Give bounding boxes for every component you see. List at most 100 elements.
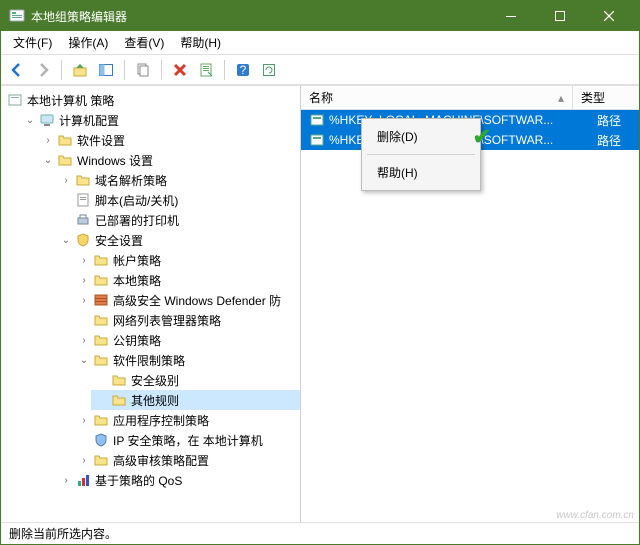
menu-view[interactable]: 查看(V): [116, 32, 172, 53]
titlebar: 本地组策略编辑器: [1, 1, 639, 31]
collapse-icon: ⌄: [77, 355, 91, 366]
folder-icon: [75, 172, 91, 188]
folder-icon: [57, 132, 73, 148]
folder-icon: [93, 312, 109, 328]
tree-label: 高级审核策略配置: [113, 452, 209, 469]
minimize-button[interactable]: [488, 2, 533, 30]
policy-icon: [7, 92, 23, 108]
tree-printers[interactable]: 已部署的打印机: [55, 210, 300, 230]
tree-label: 软件限制策略: [113, 352, 185, 369]
app-icon: [9, 8, 25, 24]
ctx-delete-label: 删除(D): [377, 130, 418, 144]
tree-label: 计算机配置: [59, 112, 119, 129]
tree-network-list[interactable]: 网络列表管理器策略: [73, 310, 300, 330]
svg-text:?: ?: [240, 63, 247, 77]
tree-label: Windows 设置: [77, 152, 153, 169]
menu-file[interactable]: 文件(F): [5, 32, 60, 53]
back-button[interactable]: [5, 58, 29, 82]
ctx-help-label: 帮助(H): [377, 166, 418, 180]
show-hide-tree-button[interactable]: [94, 58, 118, 82]
tree-windows-settings[interactable]: ⌄ Windows 设置: [37, 150, 300, 170]
collapse-icon: ⌄: [59, 235, 73, 246]
tree-qos[interactable]: ›基于策略的 QoS: [55, 470, 300, 490]
tree-label: IP 安全策略，在 本地计算机: [113, 432, 263, 449]
menubar: 文件(F) 操作(A) 查看(V) 帮助(H): [1, 31, 639, 55]
printer-icon: [75, 212, 91, 228]
toolbar-separator: [161, 60, 162, 80]
menu-action[interactable]: 操作(A): [60, 32, 116, 53]
window-controls: [488, 2, 631, 30]
maximize-button[interactable]: [537, 2, 582, 30]
main-pane: 本地计算机 策略 ⌄ 计算机配置 ›软件设置: [1, 85, 639, 522]
tree-label: 已部署的打印机: [95, 212, 179, 229]
tree-label: 应用程序控制策略: [113, 412, 209, 429]
cell-type: 路径: [593, 132, 633, 149]
toolbar-separator: [224, 60, 225, 80]
forward-button[interactable]: [31, 58, 55, 82]
tree-computer-config[interactable]: ⌄ 计算机配置: [19, 110, 300, 130]
tree-account-policies[interactable]: ›帐户策略: [73, 250, 300, 270]
up-button[interactable]: [68, 58, 92, 82]
ctx-separator: [367, 154, 475, 155]
properties-button[interactable]: [194, 58, 218, 82]
folder-open-icon: [93, 352, 109, 368]
expand-icon: ›: [59, 175, 73, 186]
tree-label: 本地计算机 策略: [27, 92, 114, 109]
tree-ip-security[interactable]: IP 安全策略，在 本地计算机: [73, 430, 300, 450]
tree-label: 网络列表管理器策略: [113, 312, 221, 329]
tree-name-resolution[interactable]: › 域名解析策略: [55, 170, 300, 190]
col-type[interactable]: 类型: [573, 86, 639, 109]
ctx-help[interactable]: 帮助(H): [365, 158, 477, 187]
collapse-icon: ⌄: [41, 155, 55, 166]
tree-pane[interactable]: 本地计算机 策略 ⌄ 计算机配置 ›软件设置: [1, 86, 301, 522]
folder-open-icon: [111, 392, 127, 408]
help-button[interactable]: ?: [231, 58, 255, 82]
tree-software-settings[interactable]: ›软件设置: [37, 130, 300, 150]
context-menu: 删除(D) ✔ 帮助(H): [361, 118, 481, 191]
tree-defender[interactable]: ›高级安全 Windows Defender 防: [73, 290, 300, 310]
sort-asc-icon: ▴: [558, 91, 564, 105]
tree-other-rules[interactable]: 其他规则: [91, 390, 300, 410]
statusbar: 删除当前所选内容。: [1, 522, 639, 544]
expand-icon: ›: [77, 415, 91, 426]
security-icon: [75, 232, 91, 248]
close-button[interactable]: [586, 2, 631, 30]
tree-software-restriction[interactable]: ⌄ 软件限制策略: [73, 350, 300, 370]
folder-open-icon: [57, 152, 73, 168]
tree-local-policies[interactable]: ›本地策略: [73, 270, 300, 290]
list-pane: 名称 ▴ 类型 %HKEY_LOCAL_MACHINE\SOFTWAR... 路径…: [301, 86, 639, 522]
registry-icon: [309, 112, 325, 128]
tree-app-control[interactable]: › 应用程序控制策略: [73, 410, 300, 430]
expand-icon: ›: [77, 295, 91, 306]
folder-icon: [93, 332, 109, 348]
expand-icon: ›: [77, 335, 91, 346]
tree-label: 安全级别: [131, 372, 179, 389]
firewall-icon: [93, 292, 109, 308]
tree-label: 公钥策略: [113, 332, 161, 349]
list-header: 名称 ▴ 类型: [301, 86, 639, 110]
tree-root[interactable]: 本地计算机 策略: [1, 90, 300, 110]
registry-icon: [309, 132, 325, 148]
refresh-button[interactable]: [257, 58, 281, 82]
tree-label: 帐户策略: [113, 252, 161, 269]
ctx-delete[interactable]: 删除(D) ✔: [365, 122, 477, 151]
computer-icon: [39, 112, 55, 128]
tree-security-levels[interactable]: 安全级别: [91, 370, 300, 390]
list-body[interactable]: %HKEY_LOCAL_MACHINE\SOFTWAR... 路径 %HKEY_…: [301, 110, 639, 522]
tree-adv-audit[interactable]: ›高级审核策略配置: [73, 450, 300, 470]
col-type-label: 类型: [581, 89, 605, 106]
tree-security-settings[interactable]: ⌄安全设置: [55, 230, 300, 250]
tree-label: 本地策略: [113, 272, 161, 289]
col-name-label: 名称: [309, 89, 333, 106]
menu-help[interactable]: 帮助(H): [172, 32, 229, 53]
tree-scripts[interactable]: 脚本(启动/关机): [55, 190, 300, 210]
folder-icon: [93, 252, 109, 268]
copy-button[interactable]: [131, 58, 155, 82]
tree-label: 基于策略的 QoS: [95, 472, 182, 489]
tree-label: 域名解析策略: [95, 172, 167, 189]
tree-label: 脚本(启动/关机): [95, 192, 178, 209]
col-name[interactable]: 名称 ▴: [301, 86, 573, 109]
tree-public-key[interactable]: › 公钥策略: [73, 330, 300, 350]
cell-type: 路径: [593, 112, 633, 129]
delete-button[interactable]: [168, 58, 192, 82]
